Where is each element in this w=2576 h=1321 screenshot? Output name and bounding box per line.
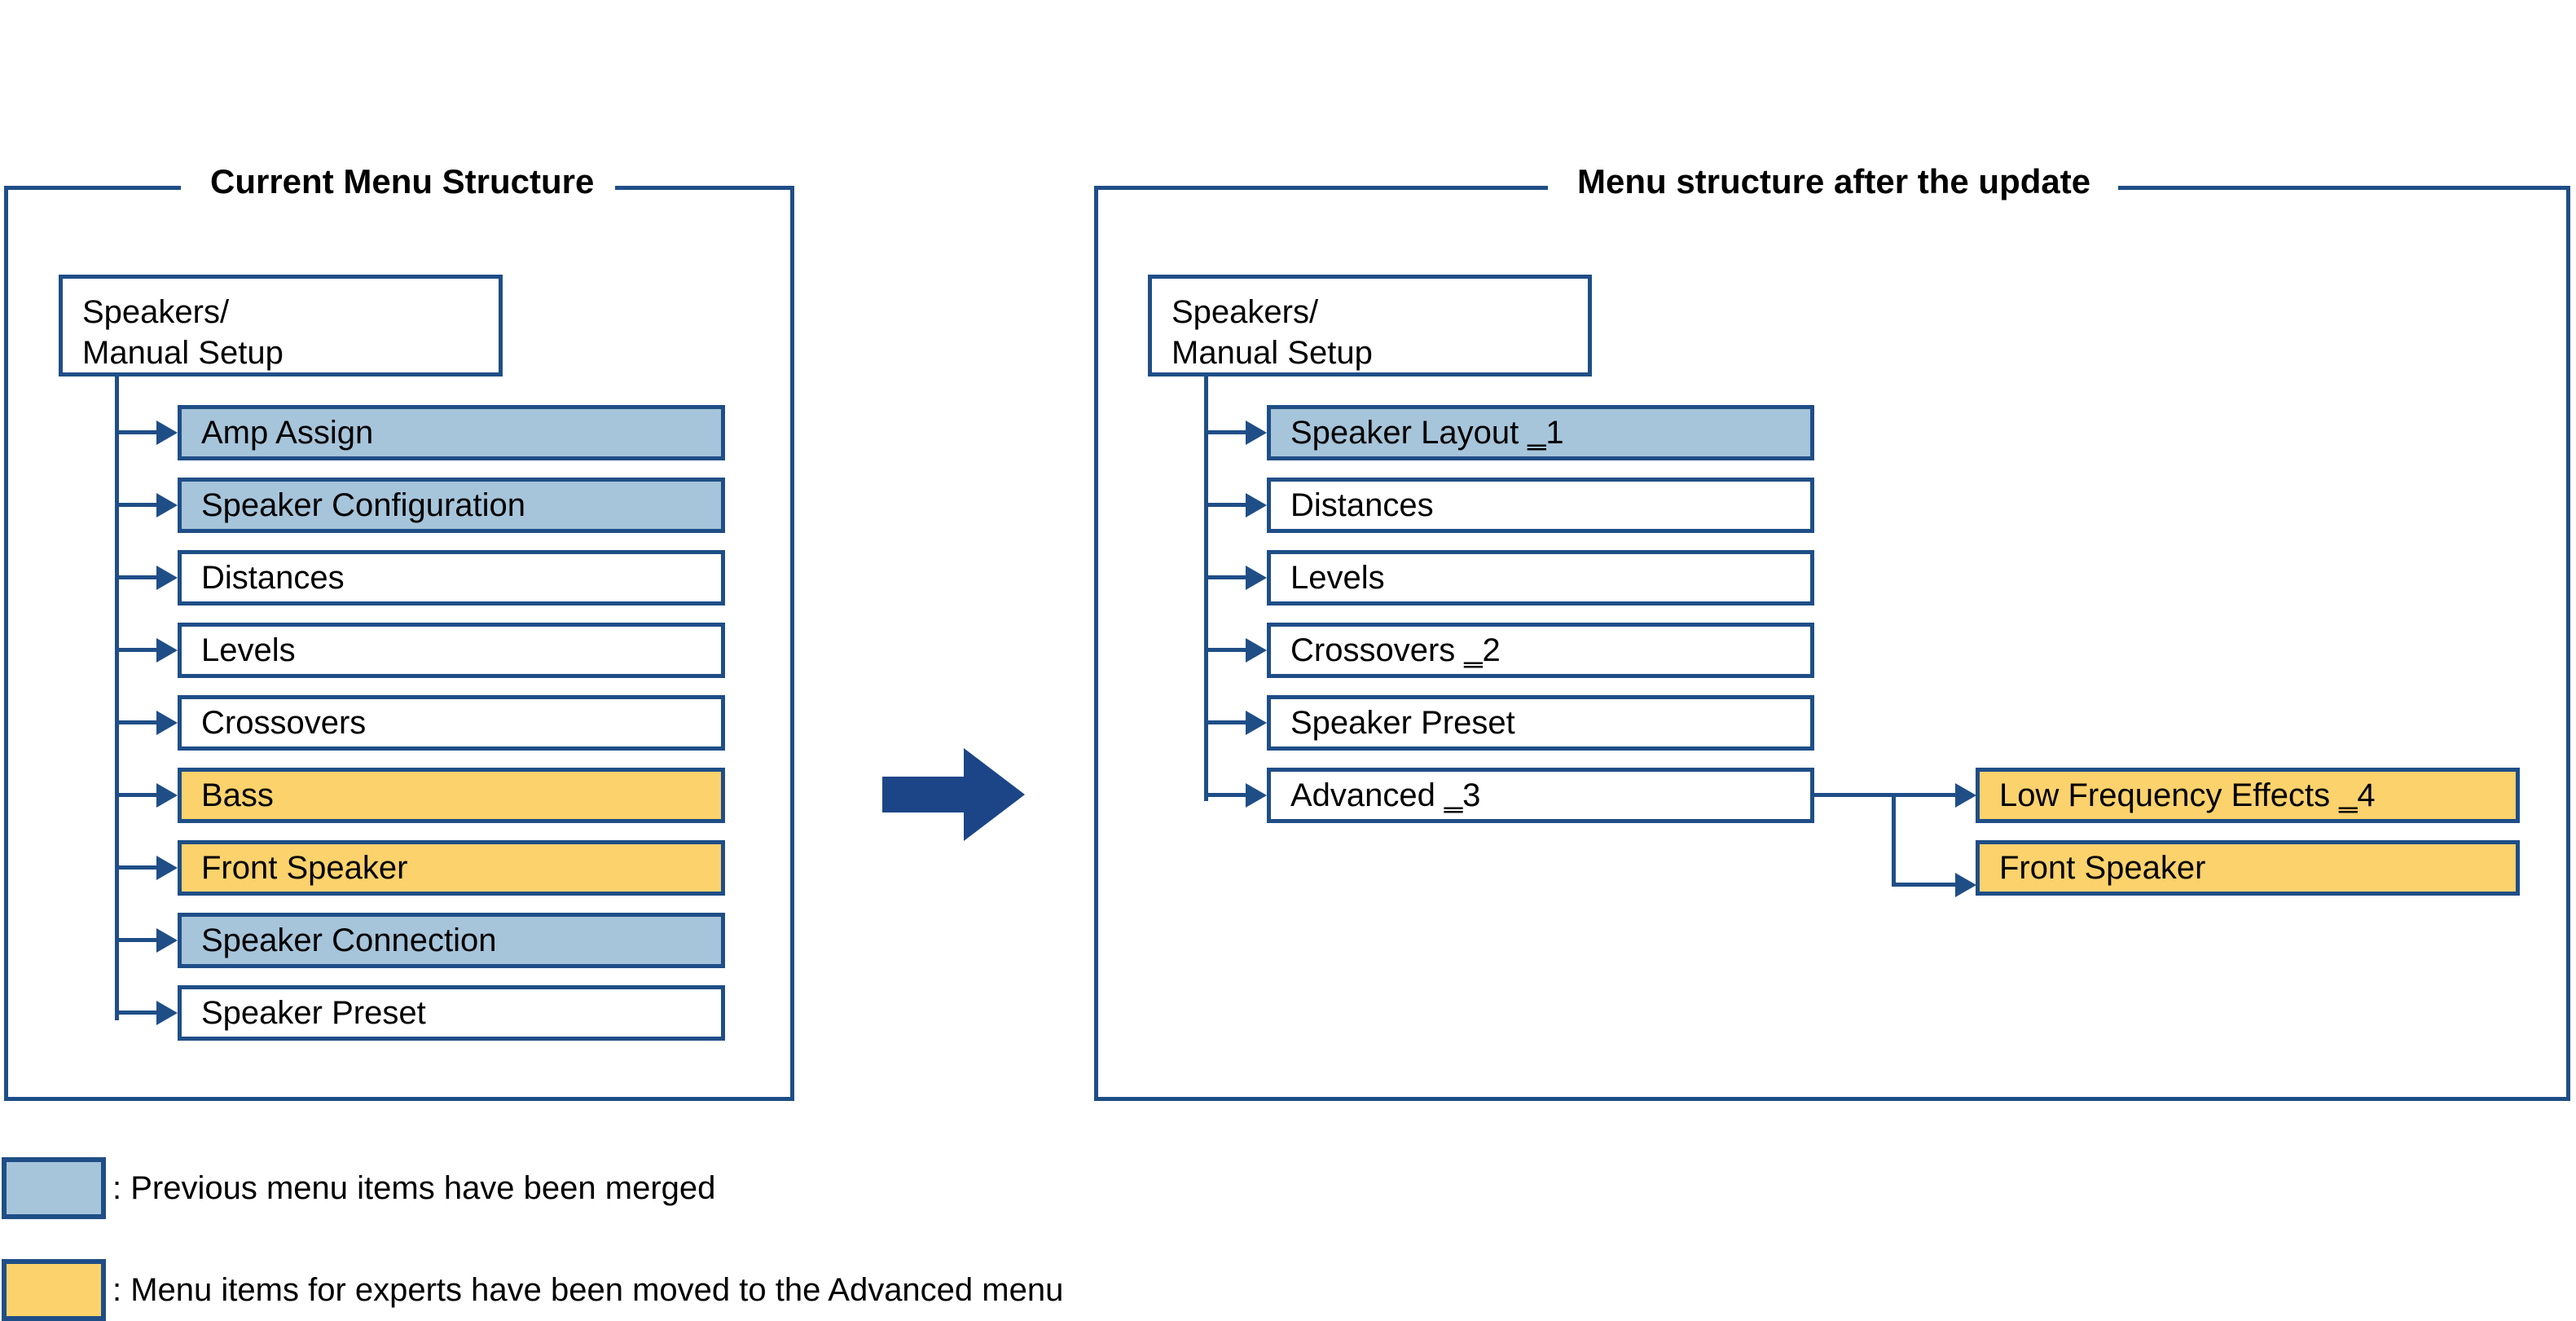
left-connector-0 bbox=[115, 430, 160, 434]
left-item-5[interactable]: Bass bbox=[178, 768, 725, 823]
legend-row-merged: : Previous menu items have been merged bbox=[2, 1157, 715, 1219]
advanced-arrowhead-lfe bbox=[1955, 783, 1976, 808]
legend-label-merged: : Previous menu items have been merged bbox=[112, 1169, 716, 1206]
right-item-5[interactable]: Advanced ‗3 bbox=[1267, 768, 1814, 823]
right-item-3-label: Crossovers ‗2 bbox=[1290, 632, 1501, 668]
left-trunk-line bbox=[115, 376, 119, 1020]
left-item-1-label: Speaker Configuration bbox=[201, 487, 526, 523]
right-subitem-0[interactable]: Low Frequency Effects ‗4 bbox=[1976, 768, 2520, 823]
right-item-2[interactable]: Levels bbox=[1267, 550, 1814, 605]
left-item-2[interactable]: Distances bbox=[178, 550, 725, 605]
left-item-0[interactable]: Amp Assign bbox=[178, 405, 725, 460]
right-arrowhead-0 bbox=[1246, 421, 1267, 445]
left-item-1[interactable]: Speaker Configuration bbox=[178, 478, 725, 533]
left-item-6-label: Front Speaker bbox=[201, 849, 408, 886]
left-root-line1: Speakers/ bbox=[82, 294, 230, 330]
left-root-node[interactable]: Speakers/ Manual Setup bbox=[59, 275, 503, 376]
left-arrowhead-1 bbox=[156, 493, 178, 517]
right-item-2-label: Levels bbox=[1290, 559, 1385, 596]
left-connector-6 bbox=[115, 865, 160, 870]
left-item-2-label: Distances bbox=[201, 559, 345, 596]
right-connector-1 bbox=[1204, 503, 1250, 507]
advanced-arrowhead-front-speaker bbox=[1955, 873, 1976, 897]
right-root-line1: Speakers/ bbox=[1172, 294, 1319, 330]
left-arrowhead-4 bbox=[156, 711, 178, 735]
left-arrowhead-7 bbox=[156, 928, 178, 953]
advanced-branch-to-lfe bbox=[1892, 793, 1959, 797]
left-item-3-label: Levels bbox=[201, 632, 296, 668]
left-item-4[interactable]: Crossovers bbox=[178, 695, 725, 751]
legend-swatch-yellow bbox=[2, 1259, 106, 1321]
right-item-4-label: Speaker Preset bbox=[1290, 704, 1515, 741]
right-connector-5 bbox=[1204, 793, 1250, 797]
right-subitem-1[interactable]: Front Speaker bbox=[1976, 840, 2520, 896]
left-connector-3 bbox=[115, 648, 160, 652]
right-subitem-0-label: Low Frequency Effects ‗4 bbox=[1999, 777, 2376, 813]
right-item-0[interactable]: Speaker Layout ‗1 bbox=[1267, 405, 1814, 460]
right-trunk-line bbox=[1204, 376, 1208, 801]
right-arrowhead-1 bbox=[1246, 493, 1267, 517]
left-arrowhead-6 bbox=[156, 856, 178, 880]
advanced-branch-stub bbox=[1814, 793, 1896, 797]
left-item-0-label: Amp Assign bbox=[201, 414, 374, 451]
right-connector-3 bbox=[1204, 648, 1250, 652]
right-panel-title: Menu structure after the update bbox=[1556, 165, 2112, 199]
right-item-1-label: Distances bbox=[1290, 487, 1434, 523]
left-item-8[interactable]: Speaker Preset bbox=[178, 985, 725, 1041]
right-arrowhead-2 bbox=[1246, 566, 1267, 590]
right-subitem-1-label: Front Speaker bbox=[1999, 849, 2206, 886]
right-connector-4 bbox=[1204, 720, 1250, 724]
left-item-8-label: Speaker Preset bbox=[201, 994, 426, 1031]
left-item-3[interactable]: Levels bbox=[178, 623, 725, 678]
left-connector-4 bbox=[115, 720, 160, 724]
left-root-line2: Manual Setup bbox=[82, 335, 284, 371]
legend-row-moved: : Menu items for experts have been moved… bbox=[2, 1259, 1063, 1321]
left-arrowhead-3 bbox=[156, 638, 178, 663]
left-arrowhead-0 bbox=[156, 421, 178, 445]
left-arrowhead-2 bbox=[156, 566, 178, 590]
left-item-4-label: Crossovers bbox=[201, 704, 367, 741]
right-item-4[interactable]: Speaker Preset bbox=[1267, 695, 1814, 751]
right-connector-2 bbox=[1204, 575, 1250, 579]
left-arrowhead-8 bbox=[156, 1001, 178, 1025]
right-item-3[interactable]: Crossovers ‗2 bbox=[1267, 623, 1814, 678]
right-item-0-label: Speaker Layout ‗1 bbox=[1290, 414, 1564, 451]
left-connector-5 bbox=[115, 793, 160, 797]
left-item-5-label: Bass bbox=[201, 777, 274, 813]
left-arrowhead-5 bbox=[156, 783, 178, 808]
left-connector-2 bbox=[115, 575, 160, 579]
right-connector-0 bbox=[1204, 430, 1250, 434]
right-arrowhead-4 bbox=[1246, 711, 1267, 735]
advanced-branch-to-front-speaker bbox=[1892, 883, 1959, 887]
diagram-canvas: Current Menu Structure Speakers/ Manual … bbox=[0, 0, 2576, 1321]
legend-label-moved: : Menu items for experts have been moved… bbox=[112, 1271, 1064, 1308]
left-connector-1 bbox=[115, 503, 160, 507]
left-connector-7 bbox=[115, 938, 160, 942]
left-panel-title: Current Menu Structure bbox=[189, 165, 616, 199]
legend-swatch-blue bbox=[2, 1157, 106, 1219]
right-root-line2: Manual Setup bbox=[1172, 335, 1373, 371]
right-item-1[interactable]: Distances bbox=[1267, 478, 1814, 533]
left-item-7-label: Speaker Connection bbox=[201, 922, 497, 958]
right-item-5-label: Advanced ‗3 bbox=[1290, 777, 1481, 813]
left-item-7[interactable]: Speaker Connection bbox=[178, 913, 725, 968]
advanced-branch-vline bbox=[1892, 793, 1896, 887]
left-connector-8 bbox=[115, 1011, 160, 1015]
right-arrowhead-3 bbox=[1246, 638, 1267, 663]
right-root-node[interactable]: Speakers/ Manual Setup bbox=[1148, 275, 1592, 376]
right-arrowhead-5 bbox=[1246, 783, 1267, 808]
transition-arrow-icon bbox=[882, 748, 1025, 841]
left-item-6[interactable]: Front Speaker bbox=[178, 840, 725, 896]
